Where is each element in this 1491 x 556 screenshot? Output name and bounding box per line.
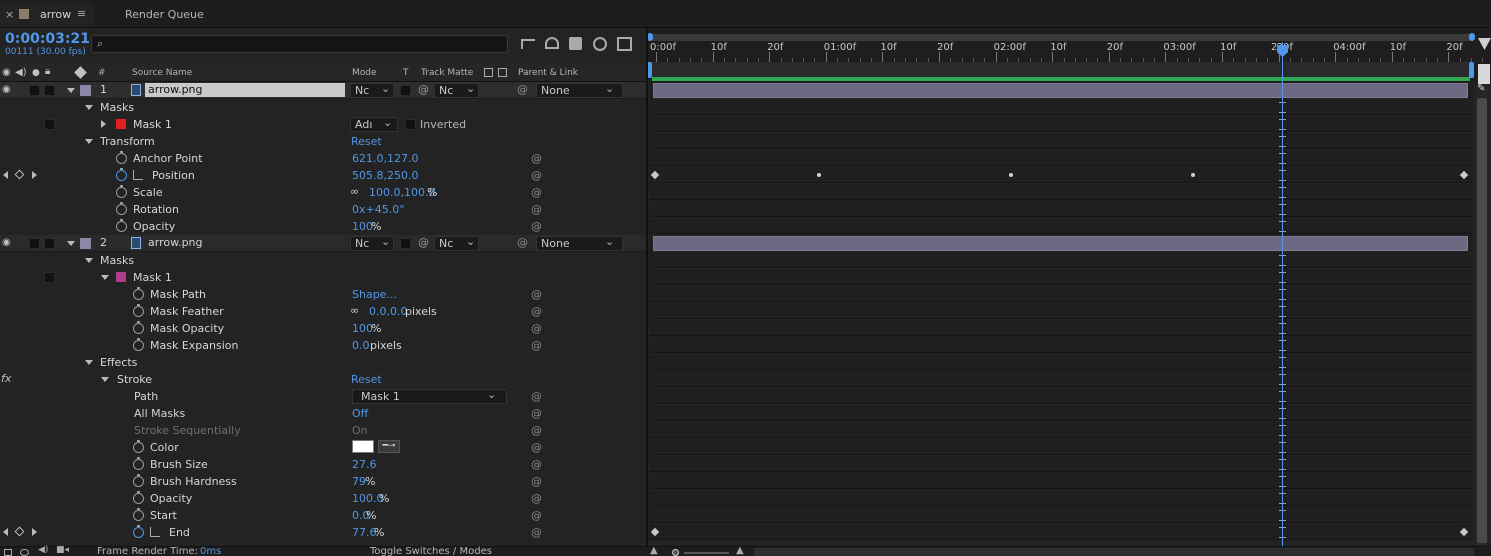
timeline-track-row[interactable] bbox=[649, 167, 1473, 183]
zoom-in-icon[interactable]: ▲ bbox=[736, 545, 744, 556]
ruler-minor-tick bbox=[1482, 58, 1484, 62]
composition-mini-flowchart-icon[interactable] bbox=[521, 39, 535, 49]
ruler-playhead-label: 2 bbox=[1271, 42, 1278, 53]
timeline-scrollbar-thumb[interactable] bbox=[1478, 64, 1490, 84]
ruler-label: 10f bbox=[880, 42, 897, 53]
ruler-label: 10f bbox=[1050, 42, 1067, 53]
timeline-track-row[interactable] bbox=[649, 524, 1473, 540]
ruler-label: 0:00f bbox=[650, 42, 676, 53]
timeline-track-row[interactable] bbox=[649, 99, 1473, 115]
timeline-tracks bbox=[0, 82, 1491, 546]
timeline-track-row[interactable] bbox=[649, 133, 1473, 149]
comp-settings-icon[interactable] bbox=[4, 549, 12, 556]
timeline-track-row[interactable] bbox=[649, 286, 1473, 302]
search-icon: ⌕ bbox=[97, 37, 104, 50]
timeline-track-row[interactable] bbox=[649, 507, 1473, 523]
motion-blur-icon[interactable] bbox=[593, 37, 607, 51]
ruler-label: 02:00f bbox=[993, 42, 1026, 53]
roving-keyframe-dot[interactable] bbox=[1191, 173, 1195, 177]
comp-icon bbox=[19, 9, 29, 19]
eye-icon[interactable]: ◉ bbox=[2, 66, 11, 80]
time-navigator-bar[interactable] bbox=[650, 34, 1472, 41]
frame-blending-icon[interactable] bbox=[569, 37, 582, 50]
frame-render-time-label: Frame Render Time: bbox=[97, 546, 198, 556]
column-source-name[interactable]: Source Name bbox=[132, 66, 192, 80]
timeline-track-row[interactable] bbox=[649, 150, 1473, 166]
ruler-label: 20f bbox=[937, 42, 954, 53]
ruler-label: 04:00f bbox=[1333, 42, 1366, 53]
timeline-track-row[interactable] bbox=[649, 303, 1473, 319]
graph-editor-icon[interactable] bbox=[617, 37, 632, 51]
playhead-line[interactable] bbox=[1282, 42, 1283, 546]
ruler-label: 03:00f bbox=[1163, 42, 1196, 53]
timeline-track-row[interactable] bbox=[649, 354, 1473, 370]
column-parent-link[interactable]: Parent & Link bbox=[518, 66, 578, 80]
timeline-track-row[interactable] bbox=[649, 320, 1473, 336]
column-t[interactable]: T bbox=[403, 66, 409, 80]
timeline-track-row[interactable] bbox=[649, 184, 1473, 200]
matte-luma-icon bbox=[498, 68, 507, 77]
ruler-label: 20f bbox=[1106, 42, 1124, 53]
audio-icon[interactable]: ◀) bbox=[15, 66, 27, 80]
timeline-track-row[interactable] bbox=[649, 116, 1473, 132]
work-area-end-handle[interactable] bbox=[1469, 62, 1474, 78]
after-effects-timeline-panel: { "tabs":[{"label":"arrow"},{"label":"Re… bbox=[0, 0, 1491, 556]
horizontal-scrollbar[interactable] bbox=[754, 548, 1474, 556]
roving-keyframe-dot[interactable] bbox=[1009, 173, 1013, 177]
current-timecode[interactable]: 0:00:03:21 bbox=[5, 30, 90, 48]
zoom-slider[interactable] bbox=[684, 552, 729, 554]
ruler-label: 20f bbox=[767, 42, 784, 53]
column-number: # bbox=[98, 68, 106, 78]
timeline-track-row[interactable] bbox=[649, 473, 1473, 489]
timeline-track-row[interactable] bbox=[649, 490, 1473, 506]
roving-keyframe-dot[interactable] bbox=[817, 173, 821, 177]
zoom-slider-handle[interactable] bbox=[672, 549, 679, 556]
render-time-icon[interactable] bbox=[20, 549, 29, 556]
timeline-track-row[interactable] bbox=[649, 422, 1473, 438]
tab-arrow-label: arrow bbox=[40, 8, 72, 21]
layer-duration-bar[interactable] bbox=[653, 83, 1468, 98]
search-input[interactable] bbox=[91, 35, 508, 53]
timeline-track-row[interactable] bbox=[649, 439, 1473, 455]
audio-icon[interactable]: ◀) bbox=[38, 545, 48, 556]
close-icon[interactable]: × bbox=[5, 8, 14, 22]
timeline-track-row[interactable] bbox=[649, 371, 1473, 387]
frame-info: 00111 (30.00 fps) bbox=[5, 47, 86, 57]
timeline-track-row[interactable] bbox=[649, 218, 1473, 234]
timeline-track-row[interactable] bbox=[649, 201, 1473, 217]
column-track-matte[interactable]: Track Matte bbox=[421, 66, 473, 80]
toggle-switches-modes-button[interactable]: Toggle Switches / Modes bbox=[370, 545, 492, 556]
layer-duration-bar[interactable] bbox=[653, 236, 1468, 251]
timeline-track-row[interactable] bbox=[649, 405, 1473, 421]
ruler-label: 20f bbox=[1446, 42, 1463, 53]
timeline-track-row[interactable] bbox=[649, 252, 1473, 268]
column-mode[interactable]: Mode bbox=[352, 66, 377, 80]
draft-3d-icon[interactable] bbox=[545, 37, 559, 49]
vertical-scrollbar-thumb[interactable] bbox=[1477, 98, 1487, 543]
panel-tab-bar bbox=[0, 0, 1491, 28]
work-area-track[interactable] bbox=[649, 62, 1473, 78]
ruler-label: 10f bbox=[1389, 42, 1407, 53]
timeline-track-row[interactable] bbox=[649, 337, 1473, 353]
ruler-label: 01:00f bbox=[823, 42, 857, 53]
timeline-track-row[interactable] bbox=[649, 388, 1473, 404]
navigator-end-handle[interactable] bbox=[1469, 33, 1475, 41]
frame-render-time-value: 0ms bbox=[200, 546, 222, 556]
lock-icon[interactable]: 🔒︎ bbox=[45, 65, 50, 79]
zoom-out-icon[interactable]: ▲ bbox=[650, 545, 658, 556]
tab-render-queue[interactable]: Render Queue bbox=[125, 8, 204, 22]
camera-icon[interactable]: ■◂ bbox=[56, 545, 69, 556]
matte-alpha-icon bbox=[484, 68, 493, 77]
ruler-label: 10f bbox=[710, 42, 727, 53]
timeline-track-row[interactable] bbox=[649, 269, 1473, 285]
time-ruler[interactable]: 0:00f 10f 20f 01:00f 10f 20f 02:00f 10f 20f 03:00… bbox=[649, 41, 1484, 62]
ruler-label: 10f bbox=[1220, 42, 1237, 53]
menu-icon[interactable]: ≡ bbox=[77, 7, 86, 21]
work-area-bar[interactable] bbox=[652, 77, 1470, 81]
solo-icon[interactable]: ● bbox=[32, 66, 40, 80]
timeline-track-row[interactable] bbox=[649, 456, 1473, 472]
pen-cursor-icon: ✎ bbox=[1477, 83, 1486, 94]
